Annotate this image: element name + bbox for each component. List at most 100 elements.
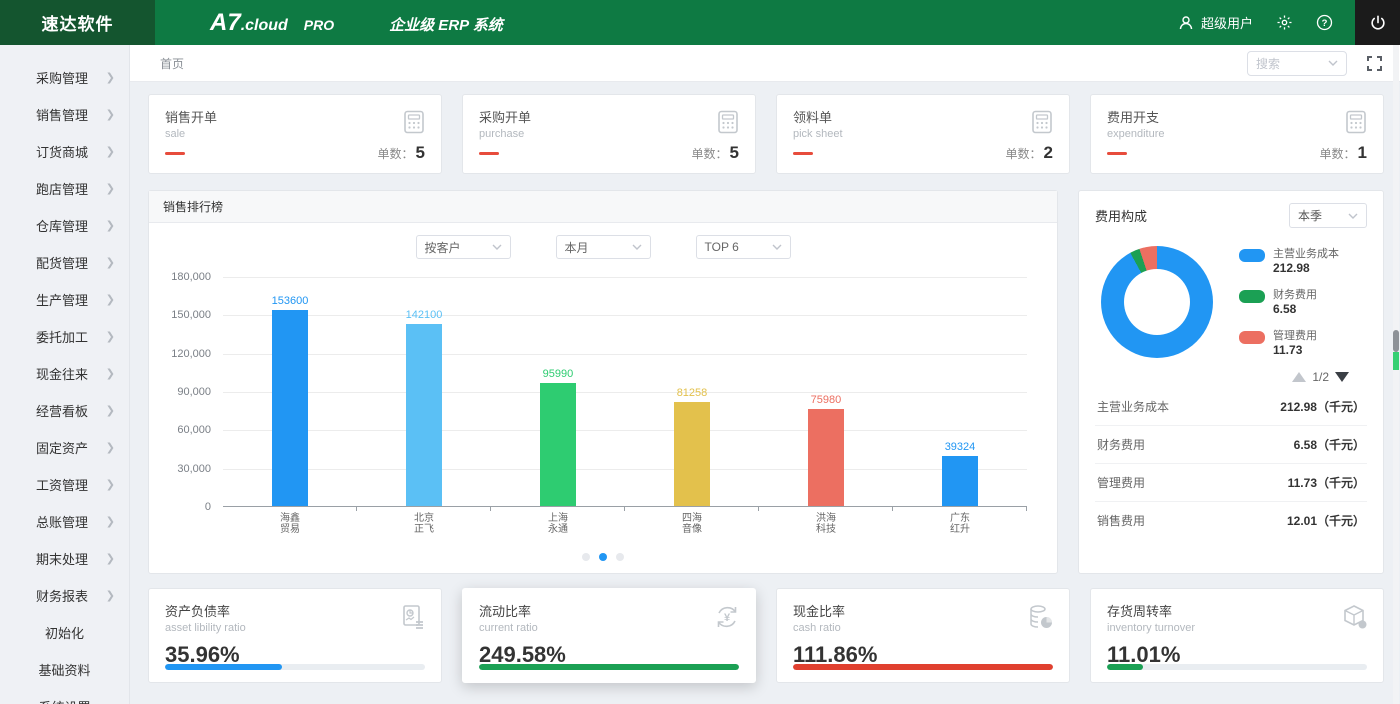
sidebar-item-label: 期末处理 [36, 552, 89, 567]
legend-item-0[interactable]: 主营业务成本 212.98 [1239, 248, 1339, 275]
stat-card-title: 销售开单 [165, 110, 218, 125]
legend-page-down-icon[interactable] [1335, 372, 1349, 382]
settings-gear-icon[interactable] [1275, 14, 1293, 32]
y-tick-label: 150,000 [171, 309, 211, 322]
expense-composition-panel: 费用构成 本季 主营业务成本 212.98 财务费用 6.58 管理费用 11.73 1/… [1078, 190, 1384, 574]
sidebar-item-0[interactable]: 采购管理 ❯ [0, 59, 129, 96]
expense-row-label: 管理费用 [1097, 476, 1146, 490]
carousel-dot-0[interactable] [582, 553, 590, 561]
filter-value: TOP 6 [704, 240, 739, 254]
y-tick-label: 60,000 [177, 424, 211, 437]
bar-0[interactable]: 153600 [272, 295, 308, 506]
kpi-title: 存货周转率 [1107, 604, 1173, 619]
y-axis-labels: 180,000 150,000 120,000 90,000 60,000 30,000 0 [167, 271, 219, 513]
chart-filter-select-1[interactable]: 本月 [555, 235, 651, 259]
header-bar: A7 .cloud PRO 企业级 ERP 系统 超级用户 ? [155, 0, 1355, 45]
kpi-card-3[interactable]: 存货周转率 inventory turnover 11.01% [1090, 588, 1384, 683]
breadcrumb-home[interactable]: 首页 [160, 55, 184, 72]
product-description: 企业级 ERP 系统 [389, 16, 503, 34]
sidebar-item-1[interactable]: 销售管理 ❯ [0, 96, 129, 133]
user-menu[interactable]: 超级用户 [1177, 13, 1253, 32]
carousel-dot-1[interactable] [599, 553, 607, 561]
period-select[interactable]: 本季 [1289, 203, 1367, 228]
sidebar-item-3[interactable]: 跑店管理 ❯ [0, 170, 129, 207]
bar-slot: 95990 [491, 277, 625, 511]
expense-row-2: 管理费用 11.73（千元） [1095, 464, 1367, 502]
legend-label: 管理费用 11.73 [1273, 329, 1317, 357]
scrollbar-thumb[interactable] [1393, 330, 1399, 352]
stat-card-3[interactable]: 费用开支 expenditure 单数： 1 [1090, 94, 1384, 174]
sidebar-item-12[interactable]: 总账管理 ❯ [0, 503, 129, 540]
kpi-subtitle: asset libility ratio [165, 622, 246, 634]
sidebar-item-2[interactable]: 订货商城 ❯ [0, 133, 129, 170]
sidebar-item-9[interactable]: 经营看板 ❯ [0, 392, 129, 429]
kpi-card-1[interactable]: 流动比率 current ratio 249.58% ¥ [462, 588, 756, 683]
sidebar-item-label: 销售管理 [36, 108, 89, 123]
sidebar-item-4[interactable]: 仓库管理 ❯ [0, 207, 129, 244]
carousel-dots [149, 553, 1057, 561]
sidebar-item-10[interactable]: 固定资产 ❯ [0, 429, 129, 466]
stat-card-2[interactable]: 领料单 pick sheet 单数： 2 [776, 94, 1070, 174]
kpi-progress-track [165, 664, 425, 670]
chevron-right-icon: ❯ [105, 108, 115, 121]
bar-value-label: 95990 [542, 368, 574, 381]
product-title: A7 .cloud PRO 企业级 ERP 系统 [210, 9, 503, 37]
sidebar-item-7[interactable]: 委托加工 ❯ [0, 318, 129, 355]
carousel-dot-2[interactable] [616, 553, 624, 561]
expense-row-label: 销售费用 [1097, 514, 1146, 528]
sidebar-item-13[interactable]: 期末处理 ❯ [0, 540, 129, 577]
sidebar-item-6[interactable]: 生产管理 ❯ [0, 281, 129, 318]
fullscreen-icon[interactable] [1367, 55, 1382, 71]
bar-2[interactable]: 95990 [539, 368, 576, 506]
y-tick-label: 120,000 [171, 347, 211, 360]
sidebar-item-14[interactable]: 财务报表 ❯ [0, 577, 129, 614]
chart-filter-select-0[interactable]: 按客户 [415, 235, 511, 259]
red-dash [165, 152, 185, 155]
bar-3[interactable]: 81258 [673, 387, 710, 506]
svg-text:?: ? [1321, 18, 1327, 29]
bar-value-label: 75980 [810, 393, 842, 406]
chevron-right-icon: ❯ [105, 330, 115, 343]
legend-item-2[interactable]: 管理费用 11.73 [1239, 330, 1339, 357]
kpi-card-0[interactable]: 资产负债率 asset libility ratio 35.96% [148, 588, 442, 683]
sidebar-item-16[interactable]: 基础资料 [0, 651, 129, 688]
stat-card-0[interactable]: 销售开单 sale 单数： 5 [148, 94, 442, 174]
x-axis-label: 上海 永通 [548, 513, 568, 535]
stat-card-count: 单数： 5 [377, 143, 425, 162]
x-axis-label: 海鑫 贸易 [280, 513, 300, 535]
stat-card-1[interactable]: 采购开单 purchase 单数： 5 [462, 94, 756, 174]
stat-cards-row: 销售开单 sale 单数： 5 采购开单 purchase 单数： 5 领料单 pick shee… [148, 94, 1384, 174]
calculator-icon [401, 109, 427, 140]
search-input[interactable]: 搜索 [1247, 50, 1347, 76]
legend-page-up-icon[interactable] [1292, 372, 1307, 382]
expense-row-value: 212.98（千元） [1280, 400, 1365, 414]
user-icon [1177, 14, 1195, 32]
sidebar-item-11[interactable]: 工资管理 ❯ [0, 466, 129, 503]
bar-5[interactable]: 39324 [941, 441, 978, 506]
bar-4[interactable]: 75980 [807, 394, 844, 506]
legend-item-1[interactable]: 财务费用 6.58 [1239, 289, 1339, 316]
chevron-down-icon [1328, 60, 1338, 66]
panel-title: 费用构成 [1095, 209, 1148, 224]
kpi-progress-track [479, 664, 739, 670]
app-header: 速达软件 A7 .cloud PRO 企业级 ERP 系统 超级用户 ? [0, 0, 1400, 45]
kpi-progress-fill [1107, 664, 1144, 670]
sidebar-item-15[interactable]: 初始化 [0, 614, 129, 651]
sidebar-item-17[interactable]: 系统设置 [0, 688, 129, 704]
kpi-card-2[interactable]: 现金比率 cash ratio 111.86% [776, 588, 1070, 683]
expense-row-label: 主营业务成本 [1097, 400, 1170, 414]
sidebar-item-5[interactable]: 配货管理 ❯ [0, 244, 129, 281]
help-icon[interactable]: ? [1315, 14, 1333, 32]
bar-1[interactable]: 142100 [406, 309, 442, 506]
brand-logo: 速达软件 [0, 0, 155, 45]
chart-filter-select-2[interactable]: TOP 6 [695, 235, 791, 259]
scrollbar [1393, 45, 1399, 704]
legend-page-indicator: 1/2 [1312, 370, 1329, 384]
search-placeholder: 搜索 [1256, 56, 1281, 71]
y-tick-label: 180,000 [171, 271, 211, 283]
sidebar-item-label: 初始化 [44, 626, 84, 641]
stat-card-title: 采购开单 [479, 110, 532, 125]
kpi-cards-row: 资产负债率 asset libility ratio 35.96% 流动比率 curre… [148, 588, 1384, 683]
logout-power-button[interactable] [1355, 0, 1400, 45]
sidebar-item-8[interactable]: 现金往来 ❯ [0, 355, 129, 392]
